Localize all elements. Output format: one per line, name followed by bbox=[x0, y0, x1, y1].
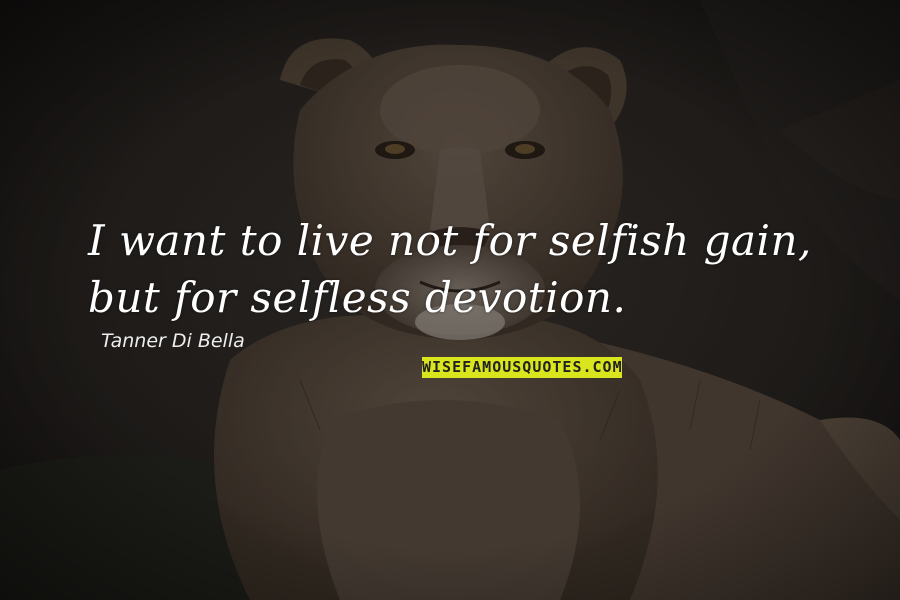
quote-text: I want to live not for selfish gain, but… bbox=[88, 216, 812, 322]
quote-author: Tanner Di Bella bbox=[101, 330, 245, 352]
watermark-logo: WISEFAMOUSQUOTES.COM bbox=[422, 357, 622, 378]
quote-card: I want to live not for selfish gain, but… bbox=[0, 0, 900, 600]
